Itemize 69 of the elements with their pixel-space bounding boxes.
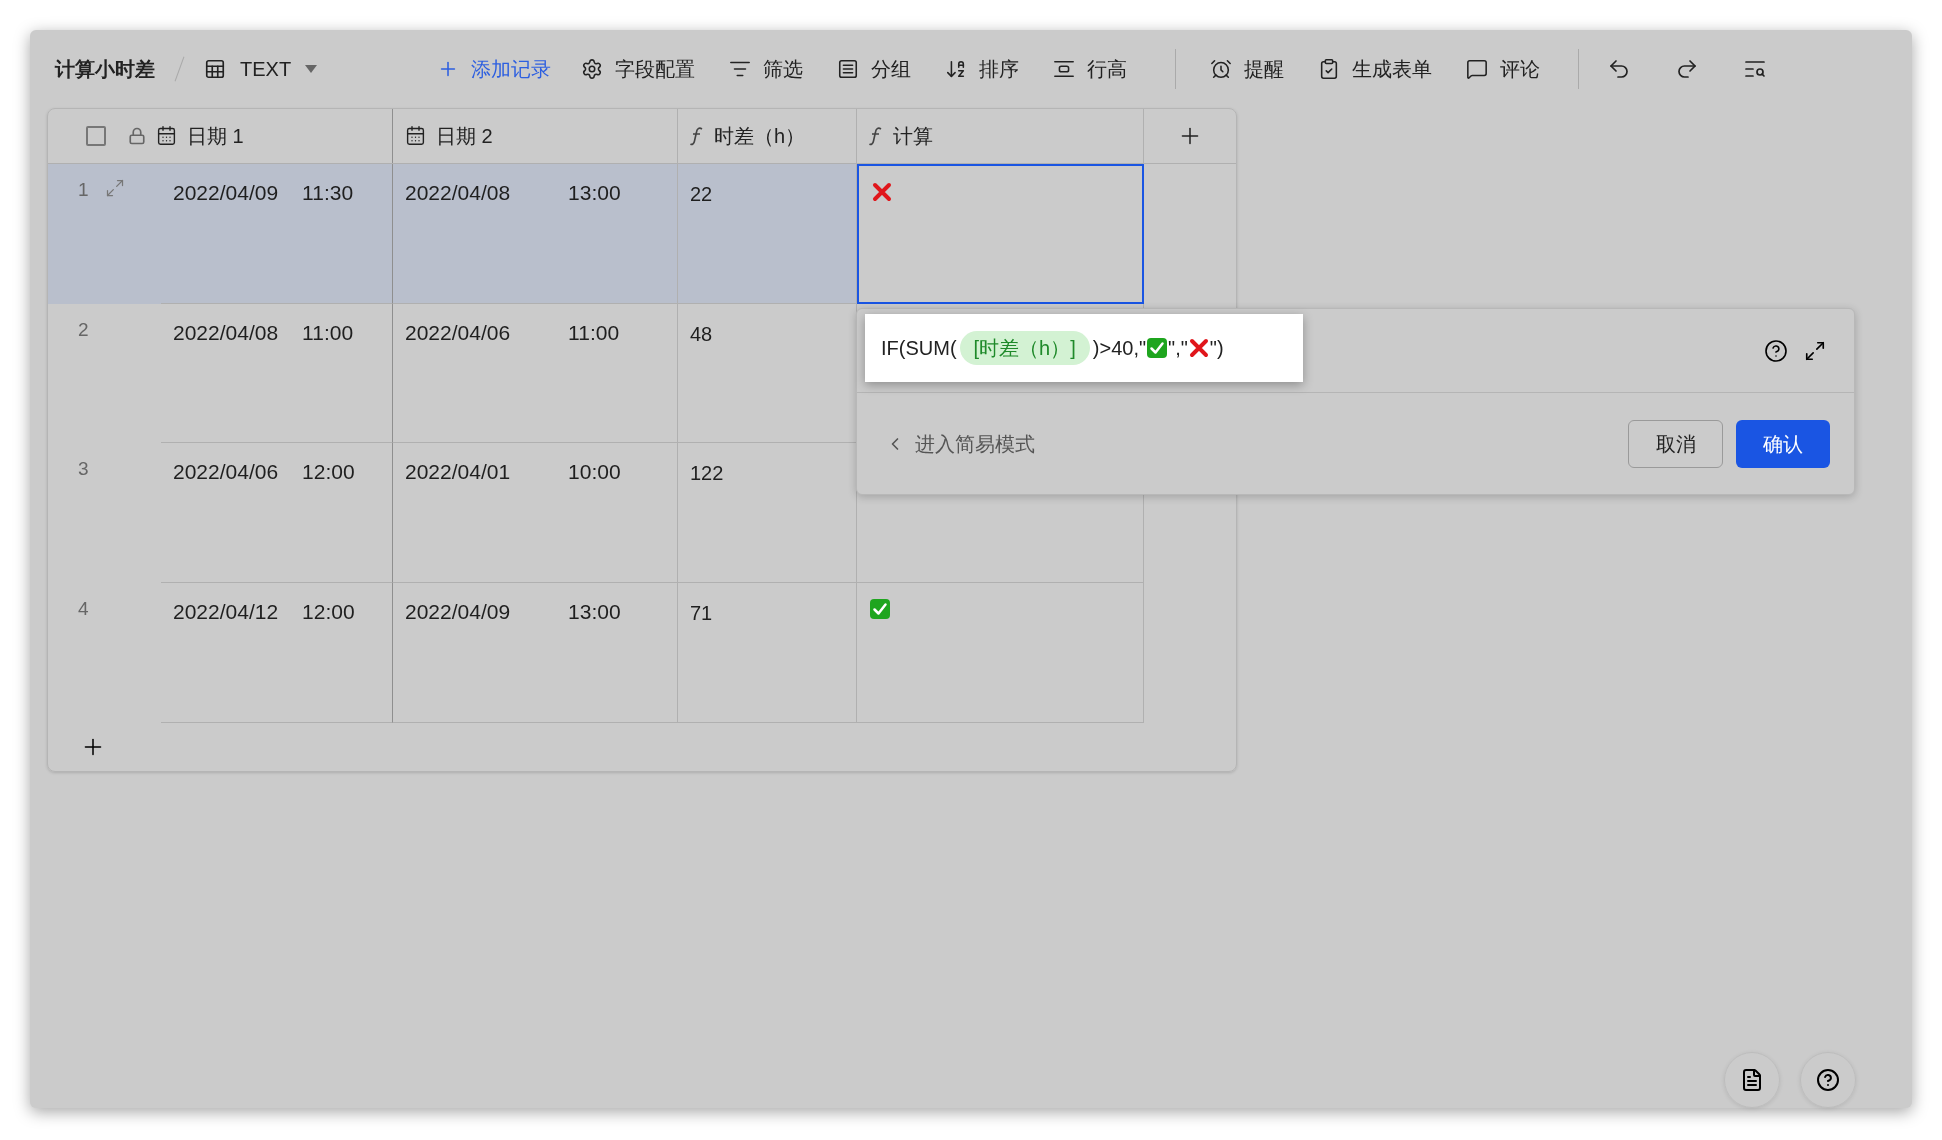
cancel-button[interactable]: 取消 xyxy=(1628,419,1723,468)
expand-icon xyxy=(1804,339,1826,362)
caret-icon xyxy=(305,65,318,73)
help-button[interactable] xyxy=(1764,338,1788,363)
row-number: 4 xyxy=(78,597,89,622)
toolbar-button[interactable]: 评论 xyxy=(1456,49,1551,89)
time-text: 11:30 xyxy=(302,179,354,206)
result-cell[interactable] xyxy=(857,583,1144,724)
time-text: 11:00 xyxy=(568,319,620,346)
hours-text: 22 xyxy=(690,182,713,205)
comment-icon xyxy=(1466,58,1489,80)
date-text: 2022/04/09 xyxy=(173,179,279,206)
date-text: 2022/04/08 xyxy=(173,319,279,346)
view-switcher[interactable]: TEXT xyxy=(204,54,318,84)
time-text: 13:00 xyxy=(568,179,621,206)
cross-icon xyxy=(1187,337,1210,359)
reminder-icon xyxy=(1210,58,1233,80)
column-header[interactable]: 日期 1 xyxy=(187,120,244,151)
calendar-icon xyxy=(405,125,426,147)
expand-button[interactable] xyxy=(1804,339,1826,362)
toolbar-button[interactable]: 筛选 xyxy=(719,49,814,89)
date-text: 2022/04/12 xyxy=(173,599,279,626)
help-icon xyxy=(1816,1068,1840,1092)
fields-icon xyxy=(581,58,604,80)
time-text: 13:00 xyxy=(568,599,621,626)
hours-text: 48 xyxy=(690,322,713,345)
time-text: 11:00 xyxy=(302,319,354,346)
date-text: 2022/04/08 xyxy=(405,179,511,206)
toolbar-button[interactable]: 排序 xyxy=(935,49,1030,89)
check-icon xyxy=(1146,337,1169,359)
toolbar-button[interactable]: 分组 xyxy=(827,49,922,89)
date-text: 2022/04/09 xyxy=(405,599,511,626)
toolbar-button[interactable]: 提醒 xyxy=(1200,49,1295,89)
date-text: 2022/04/06 xyxy=(405,319,511,346)
hours-text: 71 xyxy=(690,602,713,625)
document-icon xyxy=(1740,1068,1764,1092)
expand-icon xyxy=(104,177,125,198)
select-all-checkbox[interactable] xyxy=(86,125,106,146)
field-token: [时差（h）] xyxy=(959,331,1090,365)
column-header[interactable]: 日期 2 xyxy=(436,120,493,151)
column-header[interactable]: 计算 xyxy=(893,120,933,151)
formula-text: "," xyxy=(1168,336,1188,361)
table-icon xyxy=(204,58,226,80)
result-cell[interactable] xyxy=(857,163,1144,304)
formula-text: IF(SUM( xyxy=(881,336,957,361)
hours-text: 122 xyxy=(690,462,724,485)
simple-mode-link[interactable]: 进入简易模式 xyxy=(885,428,1035,459)
help-icon xyxy=(1764,338,1788,363)
date-text: 2022/04/01 xyxy=(405,459,511,486)
formula-icon xyxy=(690,125,704,146)
time-text: 12:00 xyxy=(302,599,355,626)
time-text: 10:00 xyxy=(568,459,621,486)
calendar-icon xyxy=(156,125,177,147)
row-number: 3 xyxy=(78,457,89,482)
formula-editor[interactable]: IF(SUM( [时差（h）] )>40," "," ") xyxy=(865,314,1303,382)
row-number: 1 xyxy=(78,177,89,202)
confirm-button[interactable]: 确认 xyxy=(1736,419,1830,468)
toolbar-button[interactable]: 字段配置 xyxy=(571,49,706,89)
formula-text: ") xyxy=(1209,336,1224,361)
row-number: 2 xyxy=(78,317,89,342)
toolbar-button[interactable]: 生成表单 xyxy=(1308,49,1443,89)
document-title: 计算小时差 xyxy=(55,57,155,82)
date-text: 2022/04/06 xyxy=(173,459,279,486)
formula-text: )>40," xyxy=(1092,336,1147,361)
toolbar-button[interactable]: 行高 xyxy=(1043,49,1138,89)
column-header[interactable]: 时差（h） xyxy=(714,120,806,151)
group-icon xyxy=(837,58,860,80)
time-text: 12:00 xyxy=(302,459,355,486)
formula-icon xyxy=(869,125,883,146)
